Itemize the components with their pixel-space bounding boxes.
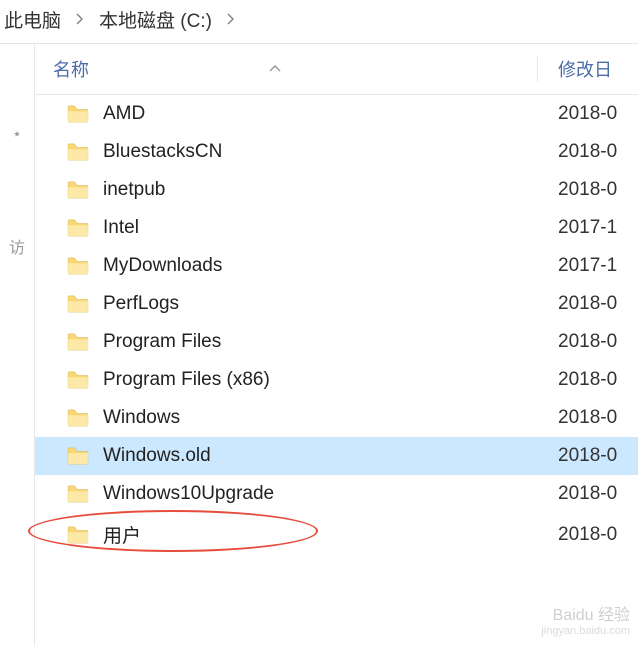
folder-icon <box>67 526 89 544</box>
file-list: AMD2018-0BluestacksCN2018-0inetpub2018-0… <box>35 95 638 646</box>
file-name: Program Files (x86) <box>103 369 538 391</box>
file-date: 2017-1 <box>538 217 638 239</box>
file-row[interactable]: Program Files2018-0 <box>35 323 638 361</box>
file-date: 2018-0 <box>538 293 638 315</box>
file-name: Program Files <box>103 331 538 353</box>
file-name: AMD <box>103 103 538 125</box>
file-row[interactable]: inetpub2018-0 <box>35 171 638 209</box>
file-row[interactable]: Intel2017-1 <box>35 209 638 247</box>
sidebar: ⋆ 访 <box>0 44 35 646</box>
column-headers: 名称 修改日 <box>35 44 638 95</box>
file-row[interactable]: AMD2018-0 <box>35 95 638 133</box>
file-date: 2018-0 <box>538 369 638 391</box>
chevron-right-icon <box>65 12 95 28</box>
column-header-name[interactable]: 名称 <box>53 56 537 82</box>
breadcrumb-item-drive[interactable]: 本地磁盘 (C:) <box>95 6 216 33</box>
file-date: 2017-1 <box>538 255 638 277</box>
file-date: 2018-0 <box>538 103 638 125</box>
folder-icon <box>67 105 89 123</box>
file-row[interactable]: BluestacksCN2018-0 <box>35 133 638 171</box>
file-row[interactable]: Windows.old2018-0 <box>35 437 638 475</box>
file-row[interactable]: MyDownloads2017-1 <box>35 247 638 285</box>
file-name: PerfLogs <box>103 293 538 315</box>
folder-icon <box>67 143 89 161</box>
file-name: Windows.old <box>103 445 538 467</box>
file-row[interactable]: PerfLogs2018-0 <box>35 285 638 323</box>
folder-icon <box>67 257 89 275</box>
file-row[interactable]: Windows10Upgrade2018-0 <box>35 475 638 513</box>
breadcrumb[interactable]: 此电脑 本地磁盘 (C:) <box>0 0 638 44</box>
file-name: Windows10Upgrade <box>103 483 538 505</box>
sort-indicator-icon <box>269 62 281 76</box>
column-header-date[interactable]: 修改日 <box>538 56 638 82</box>
file-date: 2018-0 <box>538 331 638 353</box>
folder-icon <box>67 409 89 427</box>
file-date: 2018-0 <box>538 524 638 546</box>
folder-icon <box>67 219 89 237</box>
file-row[interactable]: Windows2018-0 <box>35 399 638 437</box>
breadcrumb-item-pc[interactable]: 此电脑 <box>0 6 65 33</box>
file-date: 2018-0 <box>538 445 638 467</box>
file-name: BluestacksCN <box>103 141 538 163</box>
sidebar-label: 访 <box>9 234 25 258</box>
folder-icon <box>67 447 89 465</box>
sidebar-pin-icon: ⋆ <box>12 124 22 144</box>
file-row[interactable]: 用户2018-0 <box>35 513 638 556</box>
folder-icon <box>67 181 89 199</box>
file-date: 2018-0 <box>538 483 638 505</box>
file-name: Intel <box>103 217 538 239</box>
folder-icon <box>67 371 89 389</box>
folder-icon <box>67 295 89 313</box>
watermark: Baidu 经验 jingyan.baidu.com <box>541 606 630 638</box>
file-row[interactable]: Program Files (x86)2018-0 <box>35 361 638 399</box>
file-name: inetpub <box>103 179 538 201</box>
folder-icon <box>67 485 89 503</box>
folder-icon <box>67 333 89 351</box>
file-name: Windows <box>103 407 538 429</box>
file-date: 2018-0 <box>538 141 638 163</box>
file-date: 2018-0 <box>538 179 638 201</box>
file-date: 2018-0 <box>538 407 638 429</box>
chevron-right-icon <box>216 12 246 28</box>
file-name: 用户 <box>103 521 538 548</box>
file-name: MyDownloads <box>103 255 538 277</box>
